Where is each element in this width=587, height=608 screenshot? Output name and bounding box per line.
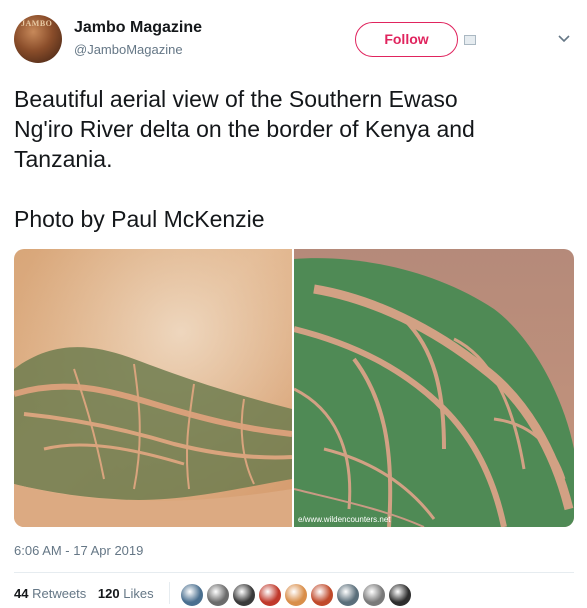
retweets-label: Retweets	[32, 586, 87, 601]
delta-photo-right-image	[294, 249, 574, 527]
photo-watermark: e/www.wildencounters.net	[298, 515, 391, 524]
liker-avatar[interactable]	[362, 583, 386, 607]
account-avatar[interactable]: JAMBO	[14, 15, 62, 63]
liker-avatar[interactable]	[284, 583, 308, 607]
retweets-count: 44	[14, 586, 29, 601]
tweet-stats: 44 Retweets 120 Likes	[14, 586, 154, 601]
likes-label: Likes	[123, 586, 154, 601]
notification-icon[interactable]	[464, 35, 476, 45]
liker-avatar[interactable]	[206, 583, 230, 607]
retweets-stat[interactable]: 44 Retweets	[14, 586, 86, 601]
liker-avatar[interactable]	[258, 583, 282, 607]
divider	[14, 572, 574, 573]
delta-photo-left-image	[14, 249, 292, 527]
account-handle[interactable]: @JamboMagazine	[74, 42, 183, 57]
likes-count: 120	[97, 586, 120, 601]
stats-separator	[169, 582, 170, 604]
tweet-header: JAMBO Jambo Magazine @JamboMagazine Foll…	[0, 0, 587, 80]
liker-avatar[interactable]	[336, 583, 360, 607]
tweet-timestamp[interactable]: 6:06 AM - 17 Apr 2019	[14, 543, 143, 558]
account-name[interactable]: Jambo Magazine	[74, 19, 202, 37]
liker-avatar[interactable]	[388, 583, 412, 607]
follow-button[interactable]: Follow	[355, 22, 458, 57]
photo-grid: e/www.wildencounters.net	[14, 249, 574, 527]
tweet-text: Beautiful aerial view of the Southern Ew…	[14, 86, 475, 232]
photo-right[interactable]	[294, 249, 574, 527]
liker-avatar[interactable]	[180, 583, 204, 607]
liker-avatar[interactable]	[232, 583, 256, 607]
likes-stat[interactable]: 120 Likes	[98, 586, 154, 601]
chevron-down-icon[interactable]	[557, 32, 571, 46]
liker-avatar[interactable]	[310, 583, 334, 607]
photo-left[interactable]	[14, 249, 292, 527]
avatar-logo-text: JAMBO	[21, 19, 53, 28]
